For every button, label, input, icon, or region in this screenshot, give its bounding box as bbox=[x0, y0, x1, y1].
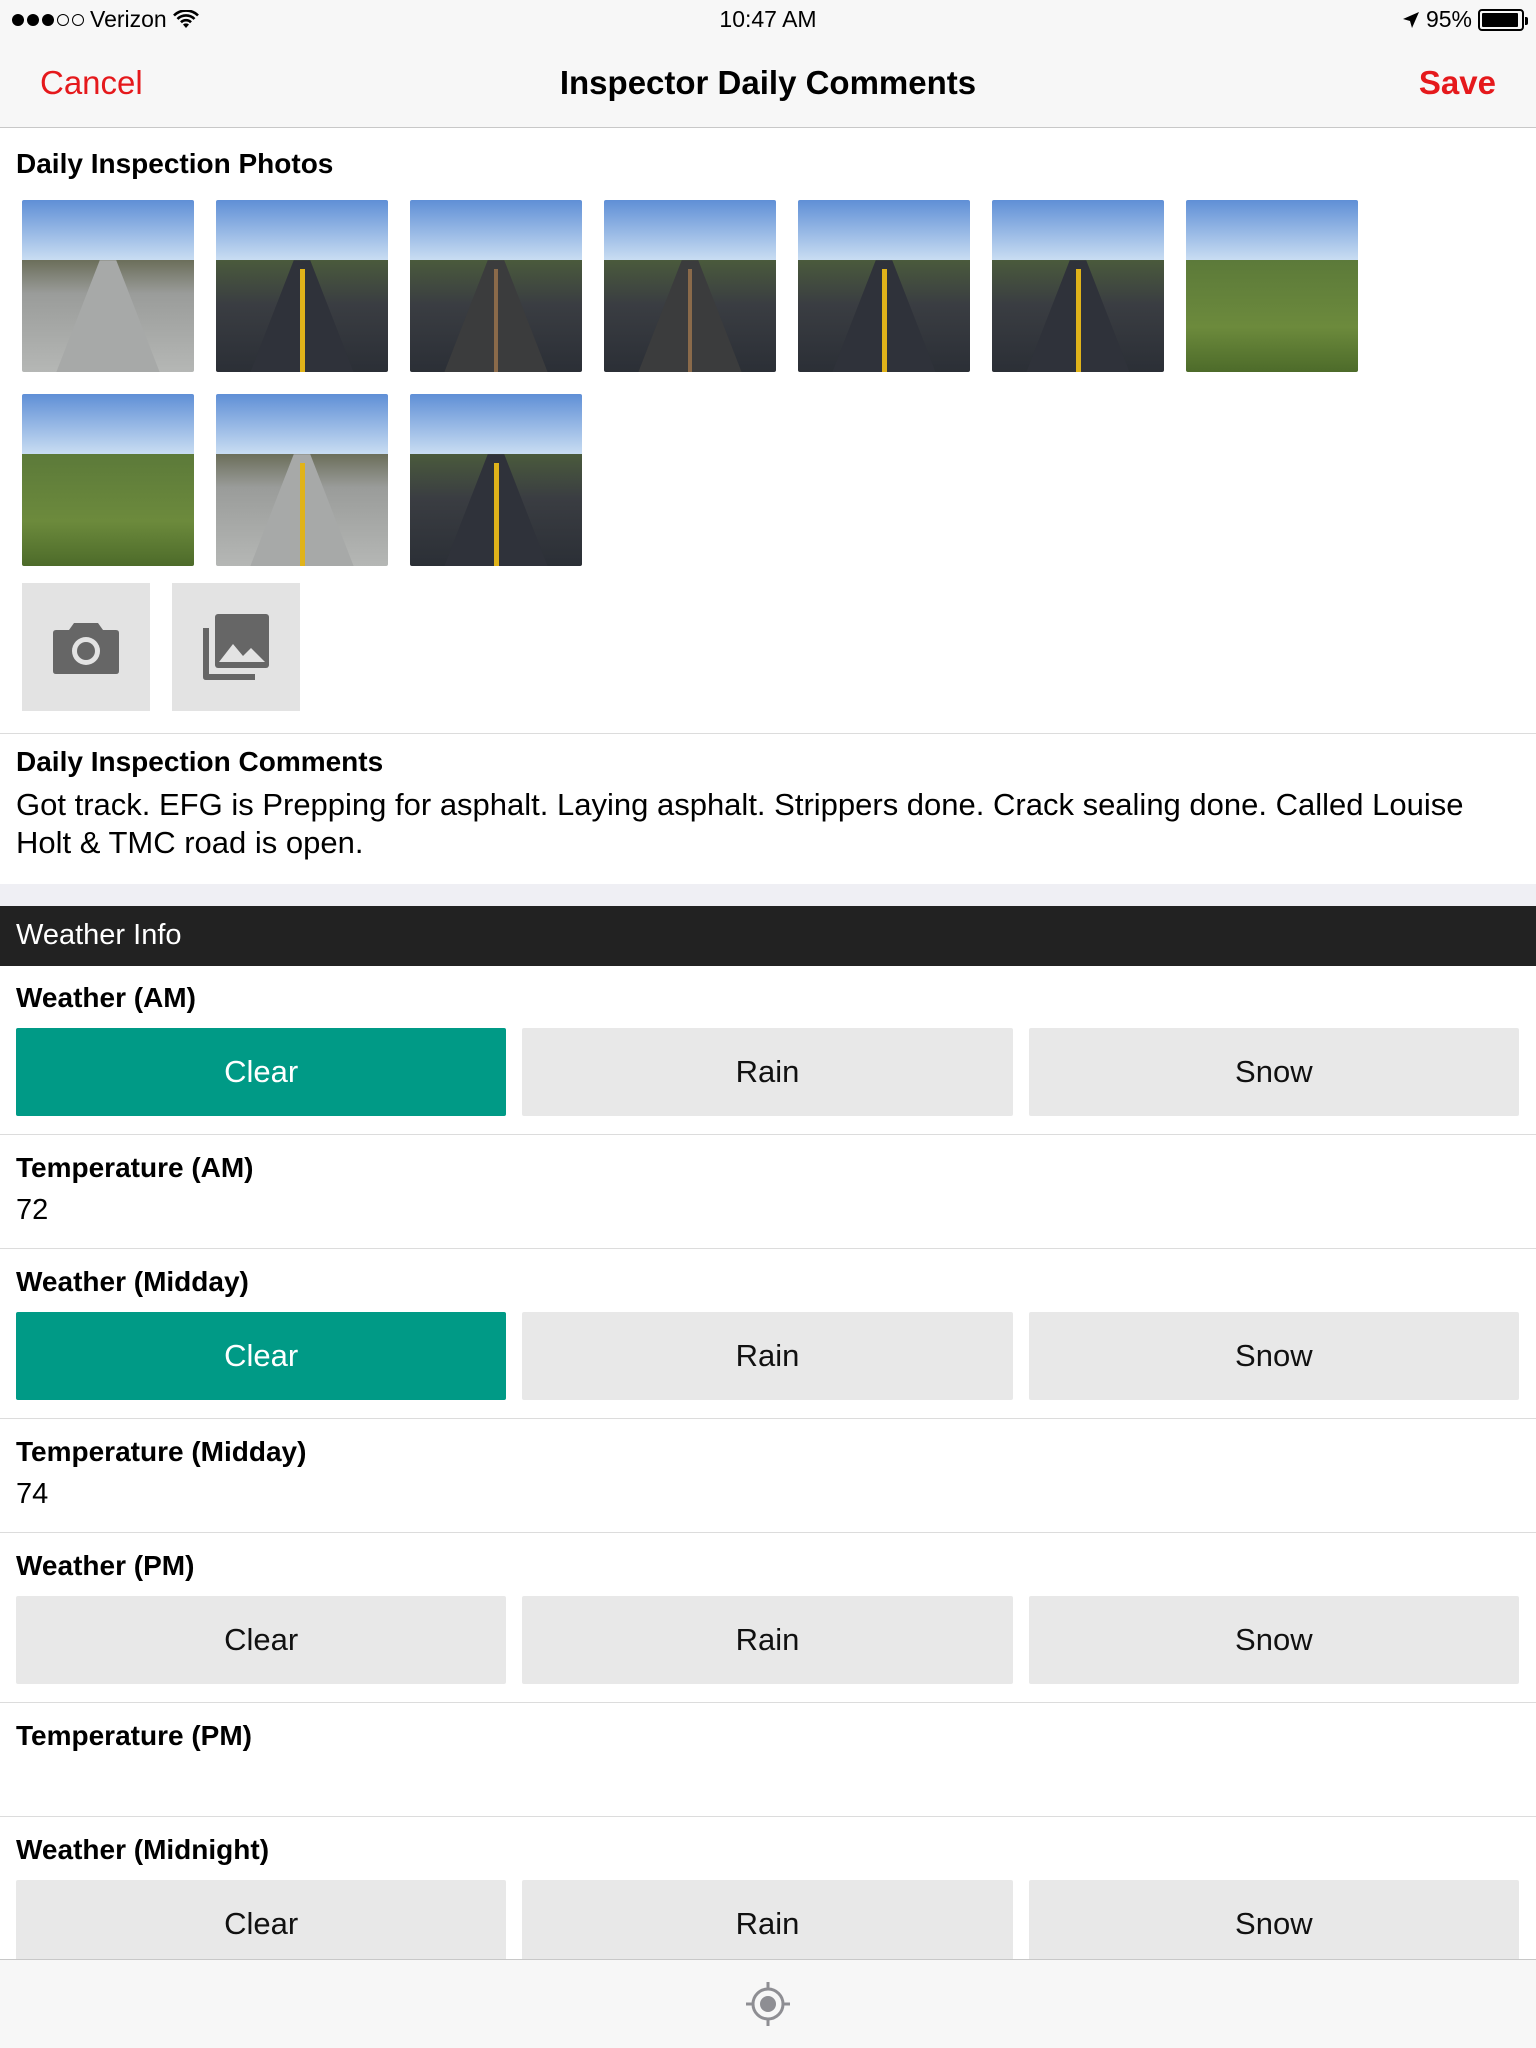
location-target-icon[interactable] bbox=[744, 1980, 792, 2028]
weather-am-clear-button[interactable]: Clear bbox=[16, 1028, 507, 1116]
weather-pm-rain-button[interactable]: Rain bbox=[522, 1596, 1013, 1684]
bottom-toolbar bbox=[0, 1959, 1536, 2048]
weather-section-header: Weather Info bbox=[0, 906, 1536, 966]
weather-midday-snow-button[interactable]: Snow bbox=[1028, 1312, 1519, 1400]
page-title: Inspector Daily Comments bbox=[559, 64, 977, 101]
photo-thumbnail[interactable] bbox=[410, 394, 582, 566]
photo-thumbnail[interactable] bbox=[798, 200, 970, 372]
form-content[interactable]: Daily Inspection Photos Daily Inspection… bbox=[0, 136, 1536, 1960]
weather-midnight-selector: Clear Rain Snow bbox=[16, 1880, 1519, 1960]
photo-thumbnail[interactable] bbox=[604, 200, 776, 372]
photo-thumbnail[interactable] bbox=[216, 394, 388, 566]
temperature-midday-row[interactable]: Temperature (Midday) 74 bbox=[0, 1436, 1536, 1511]
take-photo-button[interactable] bbox=[22, 583, 150, 711]
temperature-midday-field[interactable]: 74 bbox=[0, 1468, 1536, 1511]
weather-pm-clear-button[interactable]: Clear bbox=[16, 1596, 507, 1684]
photo-thumbnail[interactable] bbox=[216, 200, 388, 372]
comments-text[interactable]: Got track. EFG is Prepping for asphalt. … bbox=[0, 778, 1536, 862]
navigation-bar: Cancel Inspector Daily Comments Save bbox=[0, 40, 1536, 128]
weather-midnight-clear-button[interactable]: Clear bbox=[16, 1880, 507, 1960]
weather-midnight-snow-button[interactable]: Snow bbox=[1028, 1880, 1519, 1960]
temperature-pm-label: Temperature (PM) bbox=[16, 1720, 252, 1751]
weather-am-label: Weather (AM) bbox=[16, 982, 196, 1013]
divider bbox=[0, 733, 1536, 734]
divider bbox=[0, 1816, 1536, 1817]
photos-section: Daily Inspection Photos bbox=[0, 148, 1536, 180]
battery-icon bbox=[1478, 8, 1528, 31]
temperature-am-row[interactable]: Temperature (AM) 72 bbox=[0, 1152, 1536, 1227]
weather-midnight-label: Weather (Midnight) bbox=[16, 1834, 270, 1865]
status-bar: Verizon 10:47 AM 95% bbox=[0, 0, 1536, 40]
status-time: 10:47 AM bbox=[719, 6, 817, 32]
temperature-am-label: Temperature (AM) bbox=[16, 1152, 254, 1183]
photo-library-button[interactable] bbox=[172, 583, 300, 711]
weather-midday-selector: Clear Rain Snow bbox=[16, 1312, 1519, 1400]
photo-thumbnail[interactable] bbox=[410, 200, 582, 372]
divider bbox=[0, 1248, 1536, 1249]
divider bbox=[0, 1418, 1536, 1419]
photo-thumbnail[interactable] bbox=[22, 200, 194, 372]
weather-pm-selector: Clear Rain Snow bbox=[16, 1596, 1519, 1684]
photos-label: Daily Inspection Photos bbox=[16, 148, 334, 179]
weather-midnight-row: Weather (Midnight) bbox=[0, 1834, 1536, 1866]
location-arrow-icon bbox=[1402, 11, 1419, 28]
divider bbox=[0, 1134, 1536, 1135]
weather-midnight-rain-button[interactable]: Rain bbox=[522, 1880, 1013, 1960]
photo-thumbnail[interactable] bbox=[992, 200, 1164, 372]
weather-midday-label: Weather (Midday) bbox=[16, 1266, 249, 1297]
weather-pm-label: Weather (PM) bbox=[16, 1550, 195, 1581]
weather-pm-snow-button[interactable]: Snow bbox=[1028, 1596, 1519, 1684]
temperature-am-field[interactable]: 72 bbox=[0, 1184, 1536, 1227]
temperature-pm-field[interactable] bbox=[0, 1752, 1536, 1762]
section-gap bbox=[0, 884, 1536, 906]
status-right: 95% bbox=[1402, 6, 1528, 33]
temperature-midday-label: Temperature (Midday) bbox=[16, 1436, 307, 1467]
weather-am-selector: Clear Rain Snow bbox=[16, 1028, 1519, 1116]
weather-am-row: Weather (AM) bbox=[0, 982, 1536, 1014]
weather-am-rain-button[interactable]: Rain bbox=[522, 1028, 1013, 1116]
weather-midday-clear-button[interactable]: Clear bbox=[16, 1312, 507, 1400]
weather-pm-row: Weather (PM) bbox=[0, 1550, 1536, 1582]
battery-percent: 95% bbox=[1425, 6, 1472, 32]
weather-midday-rain-button[interactable]: Rain bbox=[522, 1312, 1013, 1400]
divider bbox=[0, 1702, 1536, 1703]
save-button[interactable]: Save bbox=[1419, 64, 1496, 102]
camera-icon bbox=[53, 623, 119, 674]
photo-library-icon bbox=[203, 614, 269, 680]
weather-midday-row: Weather (Midday) bbox=[0, 1266, 1536, 1298]
comments-label: Daily Inspection Comments bbox=[16, 746, 384, 777]
divider bbox=[0, 1532, 1536, 1533]
temperature-pm-row[interactable]: Temperature (PM) bbox=[0, 1720, 1536, 1762]
photo-thumbnail[interactable] bbox=[1186, 200, 1358, 372]
weather-am-snow-button[interactable]: Snow bbox=[1028, 1028, 1519, 1116]
comments-section[interactable]: Daily Inspection Comments Got track. EFG… bbox=[0, 746, 1536, 862]
photo-thumbnail[interactable] bbox=[22, 394, 194, 566]
